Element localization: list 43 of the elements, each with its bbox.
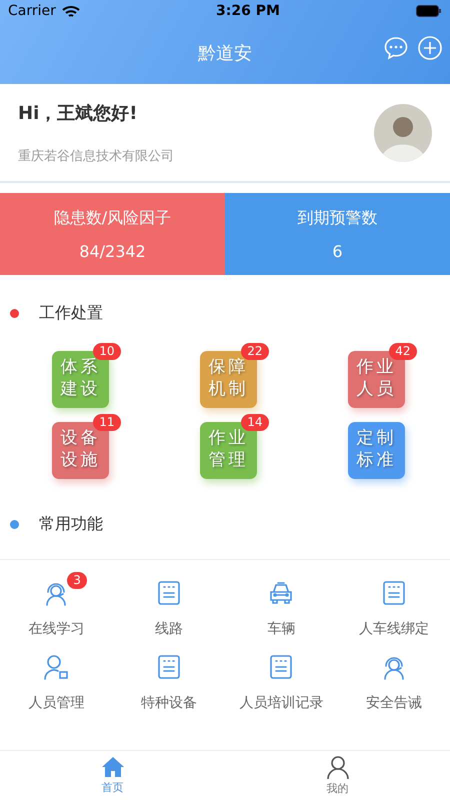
person-card-icon [43,654,70,680]
count-badge: 11 [93,414,120,431]
count-badge: 14 [241,414,268,431]
stat-panel[interactable]: 隐患数/风险因子 84/2342 [0,193,225,275]
car-icon [268,580,294,606]
document-icon [156,580,182,606]
stat-value: 6 [332,242,343,260]
app-title: 黔道安 [198,42,252,65]
user-icon [326,755,350,779]
count-badge: 22 [241,343,268,360]
count-badge: 3 [67,572,87,589]
stat-label: 到期预警数 [298,208,378,228]
function-label[interactable]: 人员培训记录 [239,694,324,712]
document-icon [380,580,407,606]
tab[interactable]: 首页 [0,751,225,800]
avatar [374,104,432,162]
count-badge: 42 [389,343,416,360]
company-name: 重庆若谷信息技术有限公司 [18,148,174,164]
function-label[interactable]: 线路 [154,620,183,638]
section-title: 常用功能 [39,514,103,534]
function-label[interactable]: 车辆 [267,620,296,638]
add-icon[interactable] [418,36,442,60]
battery-icon [416,5,442,17]
section-title: 工作处置 [39,302,103,324]
tab[interactable]: 我的 [225,751,450,800]
function-label[interactable]: 特种设备 [140,694,197,712]
wifi-icon [62,4,80,18]
document-icon [156,654,182,680]
stat-label: 隐患数/风险因子 [54,208,172,228]
stat-panel[interactable]: 到期预警数 6 [225,193,450,275]
home-icon [100,756,124,778]
status-time: 3:26 PM [216,3,280,19]
count-badge: 10 [93,343,120,360]
function-label[interactable]: 人车线绑定 [358,620,429,638]
work-tile[interactable]: 定制标准 [348,422,404,479]
greeting-text: Hi，王斌您好! [18,102,138,124]
stat-value: 84/2342 [79,242,146,260]
function-label[interactable]: 安全告诫 [366,694,422,712]
document-icon [268,654,294,680]
carrier-name: Carrier [8,3,56,19]
function-label[interactable]: 人员管理 [28,694,84,712]
chat-icon[interactable] [384,36,408,60]
function-label[interactable]: 在线学习 [28,620,84,638]
